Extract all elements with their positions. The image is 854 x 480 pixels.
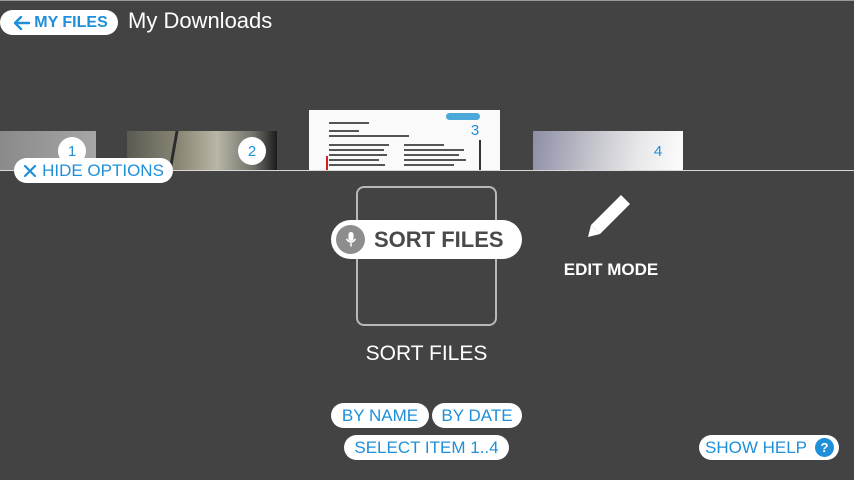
sort-files-label: SORT FILES bbox=[365, 342, 488, 365]
back-to-my-files-button[interactable]: MY FILES bbox=[0, 10, 118, 35]
sort-by-date-button[interactable]: BY DATE bbox=[432, 403, 522, 428]
voice-command-prompt[interactable]: SORT FILES bbox=[331, 220, 522, 259]
edit-mode-label[interactable]: EDIT MODE bbox=[556, 260, 666, 280]
show-help-label: SHOW HELP bbox=[705, 437, 808, 457]
question-icon: ? bbox=[815, 438, 835, 457]
hide-options-button[interactable]: HIDE OPTIONS bbox=[14, 158, 173, 183]
thumbnail-number-4: 4 bbox=[653, 142, 663, 160]
hide-options-label: HIDE OPTIONS bbox=[42, 160, 164, 180]
pencil-icon[interactable] bbox=[585, 191, 635, 244]
select-item-button[interactable]: SELECT ITEM 1..4 bbox=[344, 435, 509, 460]
arrow-left-icon bbox=[14, 15, 31, 30]
top-border bbox=[0, 0, 854, 1]
show-help-button[interactable]: SHOW HELP ? bbox=[699, 435, 839, 460]
thumbnail-number-2: 2 bbox=[238, 137, 266, 165]
back-button-label: MY FILES bbox=[34, 13, 108, 31]
thumbnail-number-3: 3 bbox=[470, 121, 480, 139]
voice-prompt-label: SORT FILES bbox=[374, 226, 504, 252]
sort-by-name-button[interactable]: BY NAME bbox=[331, 403, 429, 428]
page-title: My Downloads bbox=[128, 8, 273, 33]
close-icon bbox=[23, 164, 37, 177]
microphone-icon bbox=[336, 225, 365, 254]
